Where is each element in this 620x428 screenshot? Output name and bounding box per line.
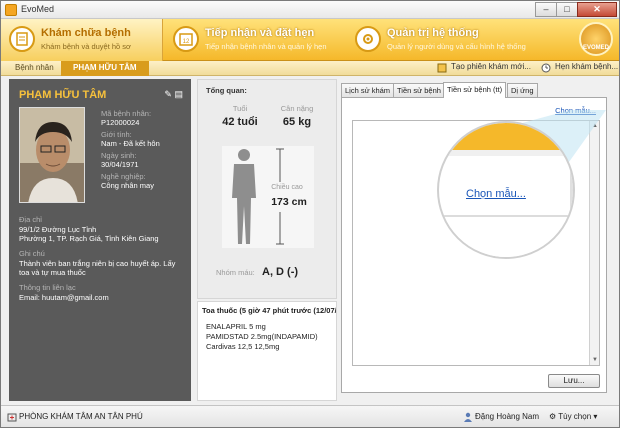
occupation-label: Nghề nghiệp:: [101, 172, 146, 181]
save-button[interactable]: Lưu...: [548, 374, 600, 388]
new-session-label: Tạo phiên khám mới...: [451, 62, 531, 71]
app-window: EvoMed – □ ✕ Khám chữa bệnh Khám bệnh và…: [0, 0, 620, 428]
choose-template-zoom-link[interactable]: Chọn mẫu...: [466, 188, 526, 200]
patient-id-value: P12000024: [101, 118, 140, 127]
breadcrumb: Bệnh nhân PHẠM HỮU TÂM Tạo phiên khám mớ…: [1, 61, 619, 76]
options-menu[interactable]: ⚙ Tùy chọn ▾: [549, 412, 597, 421]
appointment-label: Hẹn khám bệnh...: [555, 62, 619, 71]
prescription-line: ENALAPRIL 5 mg: [206, 322, 266, 331]
height-label: Chiều cao: [271, 184, 303, 191]
blood-type-value: A, D (-): [262, 266, 299, 278]
ribbon-item-title: Quản trị hệ thống: [387, 27, 479, 39]
weight-label: Cân nặng: [280, 104, 314, 113]
chevron-down-icon: ▾: [593, 412, 598, 421]
prescription-panel: Toa thuốc (5 giờ 47 phút trước (12/07/20…: [197, 301, 337, 401]
ribbon-item-title: Khám chữa bệnh: [41, 27, 131, 39]
height-value: 173 cm: [271, 196, 307, 208]
clipboard-icon: [9, 26, 35, 52]
appointment-button[interactable]: Hẹn khám bệnh...: [541, 62, 618, 75]
tab-medical-history-cont[interactable]: Tiền sử bệnh (tt): [443, 82, 507, 98]
birthdate-label: Ngày sinh:: [101, 151, 137, 160]
note-label: Ghi chú: [19, 249, 45, 258]
overview-title: Tổng quan:: [206, 86, 247, 95]
close-button[interactable]: ✕: [577, 2, 617, 17]
new-session-icon: [437, 63, 447, 73]
scroll-down-icon[interactable]: ▼: [592, 357, 598, 363]
ribbon-item-reception[interactable]: 12 Tiếp nhận và đặt hẹn Tiếp nhận bệnh n…: [165, 19, 345, 61]
patient-name: PHẠM HỮU TÂM: [19, 89, 107, 101]
ribbon-item-title: Tiếp nhận và đặt hẹn: [205, 27, 315, 39]
status-bar: PHÒNG KHÁM TÂM AN TÂN PHÚ Đặng Hoàng Nam…: [1, 405, 619, 427]
prescription-line: PAMIDSTAD 2.5mg(INDAPAMID): [206, 332, 318, 341]
minimize-button[interactable]: –: [535, 2, 557, 17]
note-line1: Thành viên ban trắng niên bị cao huyết á…: [19, 259, 176, 268]
options-label: Tùy chọn: [558, 412, 592, 421]
patient-actions: ✎ ▤: [164, 89, 183, 100]
ribbon-item-admin[interactable]: Quản trị hệ thống Quản lý người dùng và …: [347, 19, 537, 61]
tab-medical-history[interactable]: Tiền sử bệnh: [393, 83, 445, 97]
gear-icon: [355, 26, 381, 52]
patient-panel: PHẠM HỮU TÂM ✎ ▤ Mã bệnh nhân: P12000024…: [9, 79, 191, 401]
evomed-logo: EVOMED: [579, 22, 613, 56]
clock-icon: [541, 63, 551, 73]
overview-panel: Tổng quan: Tuổi 42 tuổi Cân nặng 65 kg C…: [197, 79, 337, 299]
maximize-button[interactable]: □: [556, 2, 578, 17]
age-label: Tuổi: [232, 104, 248, 113]
gender-label: Giới tính:: [101, 130, 132, 139]
blood-type-label: Nhóm máu:: [216, 268, 255, 277]
birthdate-value: 30/04/1971: [101, 160, 139, 169]
prescription-line: Cardivas 12,5 12,5mg: [206, 342, 280, 351]
contact-label: Thông tin liên lạc: [19, 283, 76, 292]
main-ribbon: Khám chữa bệnh Khám bệnh và duyệt hồ sơ …: [1, 19, 619, 61]
patient-id-label: Mã bệnh nhân:: [101, 109, 152, 118]
breadcrumb-current[interactable]: PHẠM HỮU TÂM: [61, 61, 149, 76]
occupation-value: Công nhân may: [101, 181, 154, 190]
ribbon-item-subtitle: Quản lý người dùng và cấu hình hệ thống: [387, 42, 526, 51]
zoom-callout-graphic: [437, 110, 606, 259]
contact-email: Email: huutam@gmail.com: [19, 293, 109, 302]
ribbon-item-subtitle: Tiếp nhận bệnh nhân và quản lý hẹn: [205, 42, 327, 51]
new-session-button[interactable]: Tạo phiên khám mới...: [437, 62, 531, 75]
patient-photo: [19, 107, 85, 203]
ribbon-item-examination[interactable]: Khám chữa bệnh Khám bệnh và duyệt hồ sơ: [1, 19, 163, 61]
weight-value: 65 kg: [282, 116, 312, 128]
prescription-header: Toa thuốc (5 giờ 47 phút trước (12/07/20: [202, 306, 336, 315]
window-title: EvoMed: [21, 4, 55, 14]
address-line2: Phường 1, TP. Rạch Giá, Tỉnh Kiên Giang: [19, 234, 159, 243]
note-line2: toa và tự mua thuốc: [19, 268, 86, 277]
ribbon-item-subtitle: Khám bệnh và duyệt hồ sơ: [41, 42, 131, 51]
app-logo-icon: [5, 4, 17, 16]
address-label: Địa chỉ: [19, 215, 42, 224]
tab-allergy[interactable]: Dị ứng: [507, 83, 538, 97]
current-user[interactable]: Đặng Hoàng Nam: [475, 412, 539, 421]
user-icon: [464, 412, 472, 422]
title-bar: EvoMed – □ ✕: [1, 1, 619, 19]
clinic-icon: [7, 413, 17, 422]
tab-content: Chọn mẫu... ▲ ▼ Chọn mẫu.: [341, 97, 607, 393]
gender-value: Nam - Đã kết hôn: [101, 139, 160, 148]
document-icon[interactable]: ▤: [174, 89, 183, 99]
address-line1: 99/1/2 Đường Lục Tỉnh: [19, 225, 97, 234]
edit-icon[interactable]: ✎: [164, 89, 172, 99]
calendar-icon: 12: [173, 26, 199, 52]
tab-exam-history[interactable]: Lịch sử khám: [341, 83, 395, 97]
age-value: 42 tuổi: [222, 116, 258, 128]
logo-text: EVOMED: [582, 45, 609, 51]
history-panel: Lịch sử khám Tiền sử bệnh Tiền sử bệnh (…: [341, 79, 613, 401]
clinic-name: PHÒNG KHÁM TÂM AN TÂN PHÚ: [19, 412, 143, 421]
patient-portrait-image: [20, 108, 84, 202]
window-controls: – □ ✕: [535, 2, 617, 17]
svg-text:12: 12: [183, 39, 190, 45]
breadcrumb-root[interactable]: Bệnh nhân: [1, 61, 64, 76]
gear-icon: ⚙: [549, 412, 557, 421]
